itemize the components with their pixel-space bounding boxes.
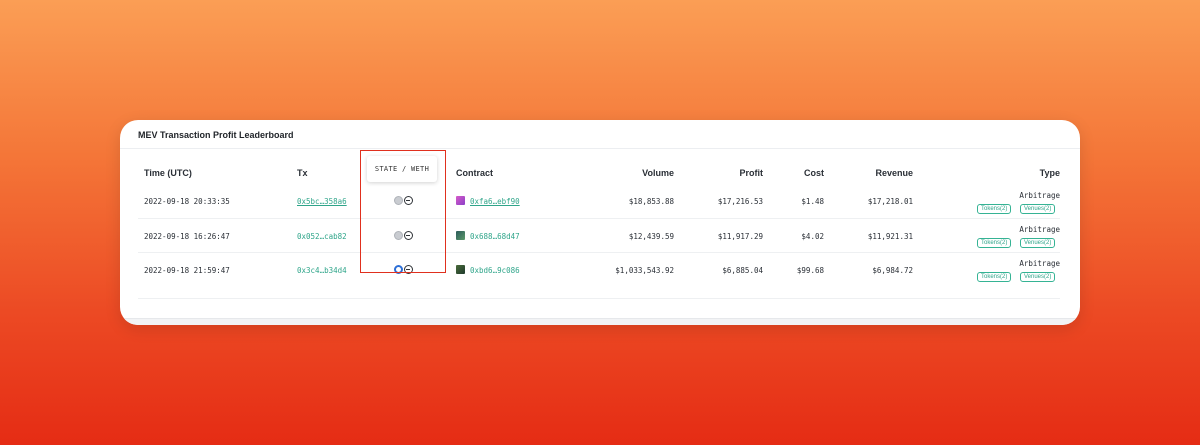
row-time: 2022-09-18 21:59:47 <box>144 266 230 275</box>
header-time[interactable]: Time (UTC) <box>144 168 192 178</box>
row-tx-link[interactable]: 0x5bc…358a6 <box>297 197 347 206</box>
header-contract[interactable]: Contract <box>456 168 493 178</box>
row-volume: $1,033,543.92 <box>615 266 674 275</box>
row-profit: $17,216.53 <box>717 197 763 206</box>
contract-avatar <box>456 231 465 240</box>
row-divider <box>138 298 1060 299</box>
row-type: Arbitrage <box>1019 259 1060 268</box>
row-volume: $12,439.59 <box>628 232 674 241</box>
row-profit: $11,917.29 <box>717 232 763 241</box>
row-tx-link[interactable]: 0x052…cab82 <box>297 232 347 241</box>
row-divider <box>138 218 1060 219</box>
row-type: Arbitrage <box>1019 191 1060 200</box>
contract-avatar <box>456 196 465 205</box>
row-profit: $6,885.04 <box>722 266 763 275</box>
header-cost[interactable]: Cost <box>770 168 824 178</box>
row-divider <box>138 252 1060 253</box>
row-time: 2022-09-18 16:26:47 <box>144 232 230 241</box>
row-cost: $1.48 <box>801 197 824 206</box>
row-contract-link[interactable]: 0x688…68d47 <box>470 232 520 241</box>
row-contract-link[interactable]: 0xfa6…ebf90 <box>470 197 520 206</box>
tokens-tag[interactable]: Tokens(2) <box>977 204 1012 214</box>
tokens-tag[interactable]: Tokens(2) <box>977 272 1012 282</box>
venues-tag[interactable]: Venues(2) <box>1020 272 1056 282</box>
venues-tag[interactable]: Venues(2) <box>1020 238 1056 248</box>
row-contract-link[interactable]: 0xbd6…9c086 <box>470 266 520 275</box>
row-cost: $99.68 <box>796 266 824 275</box>
contract-avatar <box>456 265 465 274</box>
header-profit[interactable]: Profit <box>700 168 764 178</box>
header-volume[interactable]: Volume <box>600 168 674 178</box>
header-type[interactable]: Type <box>980 168 1060 178</box>
row-volume: $18,853.88 <box>628 197 674 206</box>
row-time: 2022-09-18 20:33:35 <box>144 197 230 206</box>
row-tx-link[interactable]: 0x3c4…b34d4 <box>297 266 347 275</box>
header-revenue[interactable]: Revenue <box>840 168 913 178</box>
highlight-box <box>360 150 446 273</box>
header-tx[interactable]: Tx <box>297 168 308 178</box>
row-revenue: $11,921.31 <box>867 232 913 241</box>
row-revenue: $6,984.72 <box>872 266 913 275</box>
venues-tag[interactable]: Venues(2) <box>1020 204 1056 214</box>
title-divider <box>120 148 1080 149</box>
row-cost: $4.02 <box>801 232 824 241</box>
row-revenue: $17,218.01 <box>867 197 913 206</box>
leaderboard-card: MEV Transaction Profit Leaderboard Time … <box>120 120 1080 325</box>
row-type: Arbitrage <box>1019 225 1060 234</box>
card-footer <box>120 318 1080 325</box>
card-title: MEV Transaction Profit Leaderboard <box>138 130 294 140</box>
tokens-tag[interactable]: Tokens(2) <box>977 238 1012 248</box>
